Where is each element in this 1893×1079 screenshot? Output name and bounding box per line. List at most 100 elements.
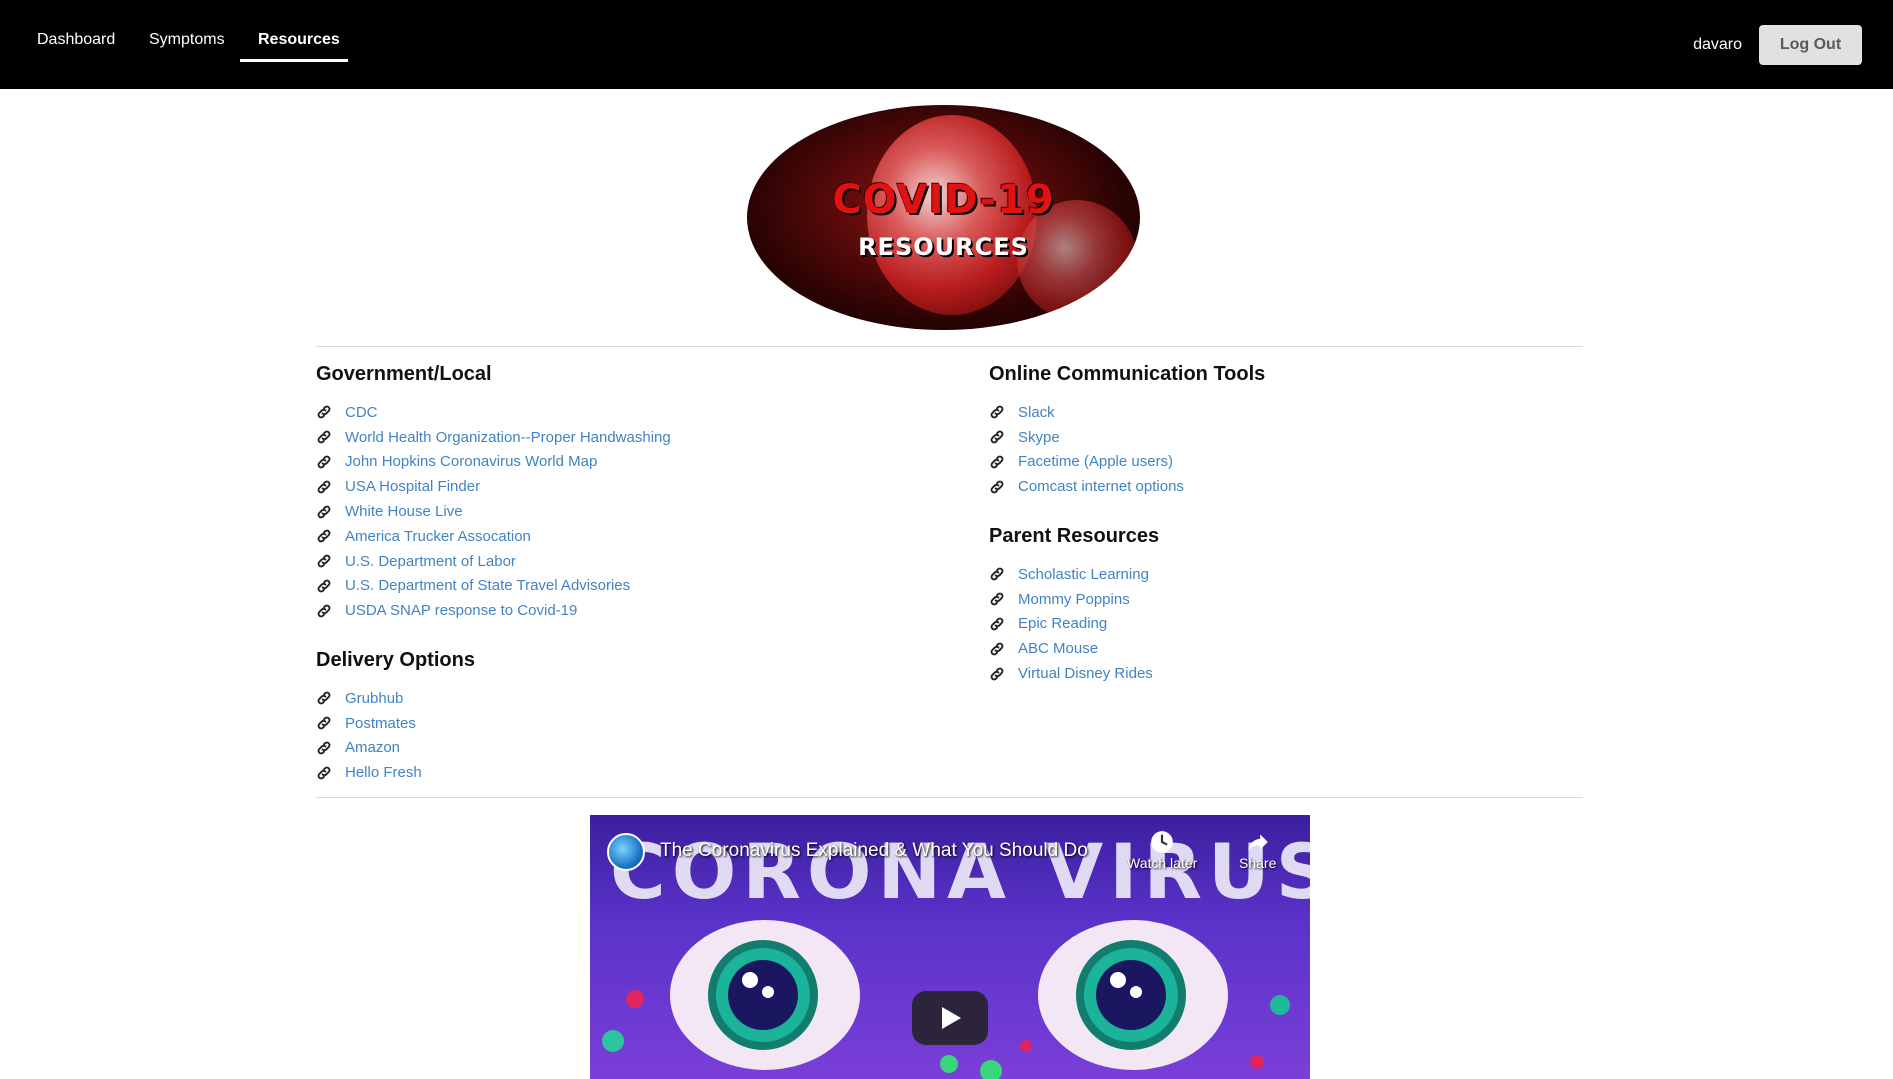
resource-link[interactable]: World Health Organization--Proper Handwa… — [345, 429, 671, 446]
resource-link-item[interactable]: White House Live — [316, 499, 671, 524]
chain-link-icon — [317, 554, 331, 568]
government-links-list: CDC World Health Organization--Proper Han… — [316, 400, 671, 623]
chain-link-icon — [317, 529, 331, 543]
chain-link-icon — [990, 430, 1004, 444]
embedded-video-player[interactable]: CORONA VIRUS The Coronavirus Explained &… — [590, 815, 1310, 1079]
resource-link[interactable]: Grubhub — [345, 690, 403, 707]
heading-online-communication-tools: Online Communication Tools — [989, 363, 1266, 385]
resource-link-item[interactable]: CDC — [316, 400, 671, 425]
decorative-dot — [1020, 1040, 1032, 1052]
chain-link-icon — [990, 667, 1004, 680]
resource-link-item[interactable]: U.S. Department of State Travel Advisori… — [316, 574, 671, 599]
resource-link[interactable]: Epic Reading — [1018, 615, 1107, 632]
watch-later-button[interactable]: Watch later — [1127, 829, 1197, 871]
heading-delivery-options: Delivery Options — [316, 649, 475, 671]
delivery-links-list: Grubhub Postmates Amazon Hello Fresh — [316, 686, 422, 785]
resource-link-item[interactable]: USDA SNAP response to Covid-19 — [316, 598, 671, 623]
resource-link[interactable]: Slack — [1018, 404, 1055, 421]
resource-link-item[interactable]: Mommy Poppins — [989, 587, 1153, 612]
banner-title: COVID-19 — [832, 177, 1055, 223]
resource-link[interactable]: Facetime (Apple users) — [1018, 453, 1173, 470]
resource-link-item[interactable]: Epic Reading — [989, 612, 1153, 637]
decorative-dot — [980, 1060, 1002, 1079]
resource-link-item[interactable]: Skype — [989, 425, 1184, 450]
resource-link-item[interactable]: USA Hospital Finder — [316, 474, 671, 499]
nav-item-symptoms[interactable]: Symptoms — [149, 31, 225, 49]
resource-link-item[interactable]: Hello Fresh — [316, 760, 422, 785]
chain-link-icon — [317, 716, 331, 730]
heading-parent-resources: Parent Resources — [989, 525, 1160, 547]
resource-link[interactable]: USA Hospital Finder — [345, 478, 480, 495]
resource-link[interactable]: Postmates — [345, 715, 416, 732]
share-label: Share — [1239, 855, 1277, 871]
chain-link-icon — [317, 505, 331, 518]
parent-links-list: Scholastic Learning Mommy Poppins Epic Rea… — [989, 562, 1153, 686]
resource-link[interactable]: Comcast internet options — [1018, 478, 1184, 495]
chain-link-icon — [990, 617, 1004, 631]
resource-link-item[interactable]: Slack — [989, 400, 1184, 425]
resource-link[interactable]: White House Live — [345, 503, 463, 520]
section-divider-bottom — [316, 797, 1583, 798]
chain-link-icon — [317, 741, 331, 755]
share-arrow-icon — [1247, 834, 1268, 851]
resource-link[interactable]: U.S. Department of Labor — [345, 553, 516, 570]
banner-subtitle: RESOURCES — [858, 233, 1029, 261]
chain-link-icon — [317, 579, 331, 593]
resource-link-item[interactable]: Scholastic Learning — [989, 562, 1153, 587]
resource-link-item[interactable]: U.S. Department of Labor — [316, 549, 671, 574]
resource-link-item[interactable]: World Health Organization--Proper Handwa… — [316, 425, 671, 450]
decorative-dot — [626, 990, 644, 1008]
resource-link-item[interactable]: America Trucker Assocation — [316, 524, 671, 549]
chain-link-icon — [990, 567, 1004, 581]
resource-link[interactable]: America Trucker Assocation — [345, 528, 531, 545]
chain-link-icon — [990, 480, 1004, 494]
resource-link[interactable]: Virtual Disney Rides — [1018, 665, 1153, 682]
chain-link-icon — [317, 766, 331, 780]
resource-link[interactable]: U.S. Department of State Travel Advisori… — [345, 577, 630, 594]
nav-item-resources[interactable]: Resources — [258, 31, 340, 49]
covid-resources-banner: COVID-19 RESOURCES — [747, 105, 1140, 330]
resource-link-item[interactable]: John Hopkins Coronavirus World Map — [316, 450, 671, 475]
resource-link[interactable]: Amazon — [345, 739, 400, 756]
chain-link-icon — [317, 405, 331, 419]
nav-item-dashboard[interactable]: Dashboard — [37, 31, 115, 49]
video-play-button[interactable] — [912, 991, 988, 1045]
resource-link[interactable]: CDC — [345, 404, 378, 421]
channel-avatar-icon[interactable] — [607, 833, 645, 871]
resource-link-item[interactable]: Postmates — [316, 711, 422, 736]
resource-link[interactable]: Skype — [1018, 429, 1060, 446]
share-button[interactable]: Share — [1239, 829, 1276, 871]
chain-link-icon — [317, 604, 331, 618]
chain-link-icon — [990, 405, 1004, 419]
section-divider-top — [316, 346, 1583, 347]
resource-link-item[interactable]: Grubhub — [316, 686, 422, 711]
resource-link[interactable]: Hello Fresh — [345, 764, 422, 781]
resource-link[interactable]: Mommy Poppins — [1018, 591, 1130, 608]
resource-link-item[interactable]: Virtual Disney Rides — [989, 661, 1153, 686]
top-navigation-bar: Dashboard Symptoms Resources davaro Log … — [0, 0, 1893, 89]
resource-link-item[interactable]: ABC Mouse — [989, 636, 1153, 661]
heading-government-local: Government/Local — [316, 363, 492, 385]
resource-link[interactable]: USDA SNAP response to Covid-19 — [345, 602, 577, 619]
thumbnail-right-eye — [1038, 920, 1228, 1070]
clock-icon — [1151, 831, 1173, 853]
chain-link-icon — [317, 480, 331, 494]
thumbnail-left-eye — [670, 920, 860, 1070]
resource-link-item[interactable]: Comcast internet options — [989, 474, 1184, 499]
resource-link-item[interactable]: Amazon — [316, 736, 422, 761]
decorative-dot — [940, 1055, 958, 1073]
resource-link-item[interactable]: Facetime (Apple users) — [989, 450, 1184, 475]
resource-link[interactable]: John Hopkins Coronavirus World Map — [345, 453, 597, 470]
logout-button[interactable]: Log Out — [1759, 25, 1862, 65]
chain-link-icon — [990, 642, 1004, 656]
active-tab-underline — [240, 59, 348, 62]
video-title[interactable]: The Coronavirus Explained & What You Sho… — [660, 840, 1088, 862]
chain-link-icon — [317, 430, 331, 444]
chain-link-icon — [317, 455, 331, 469]
decorative-dot — [602, 1030, 624, 1052]
chain-link-icon — [990, 455, 1004, 469]
resource-link[interactable]: ABC Mouse — [1018, 640, 1098, 657]
resource-link[interactable]: Scholastic Learning — [1018, 566, 1149, 583]
chain-link-icon — [317, 691, 331, 705]
decorative-dot — [1270, 995, 1290, 1015]
